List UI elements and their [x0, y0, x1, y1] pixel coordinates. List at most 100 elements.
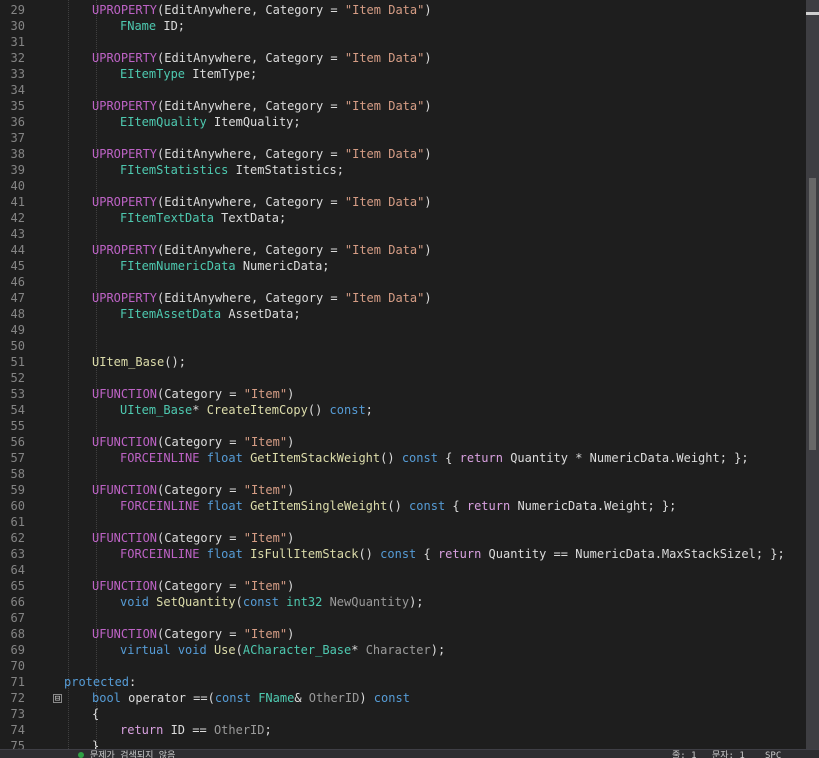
code-text[interactable]: UPROPERTY(EditAnywhere, Category = "Item… — [92, 50, 432, 66]
code-line[interactable]: 50 — [0, 338, 806, 354]
code-line[interactable]: 35 UPROPERTY(EditAnywhere, Category = "It… — [0, 98, 806, 114]
code-token: FName — [258, 691, 295, 705]
code-text[interactable]: protected: — [64, 674, 136, 690]
code-text[interactable]: UPROPERTY(EditAnywhere, Category = "Item… — [92, 98, 432, 114]
code-line[interactable]: 73 { — [0, 706, 806, 722]
code-line[interactable]: 36 EItemQuality ItemQuality; — [0, 114, 806, 130]
code-line[interactable]: 49 — [0, 322, 806, 338]
code-text[interactable]: void SetQuantity(const int32 NewQuantity… — [120, 594, 424, 610]
code-line[interactable]: 34 — [0, 82, 806, 98]
code-line[interactable]: 66 void SetQuantity(const int32 NewQuanti… — [0, 594, 806, 610]
line-number: 32 — [10, 51, 25, 65]
code-text[interactable]: virtual void Use(ACharacter_Base* Charac… — [120, 642, 445, 658]
code-line[interactable]: 31 — [0, 34, 806, 50]
code-token: ) — [287, 483, 295, 497]
code-text[interactable]: UFUNCTION(Category = "Item") — [92, 482, 294, 498]
code-token: FItemAssetData — [120, 307, 222, 321]
code-line[interactable]: 57 FORCEINLINE float GetItemStackWeight()… — [0, 450, 806, 466]
code-line[interactable]: 42 FItemTextData TextData; — [0, 210, 806, 226]
code-line[interactable]: 45 FItemNumericData NumericData; — [0, 258, 806, 274]
line-number: 56 — [10, 435, 25, 449]
code-text[interactable]: FItemStatistics ItemStatistics; — [120, 162, 344, 178]
code-text[interactable]: UFUNCTION(Category = "Item") — [92, 530, 294, 546]
scrollbar-thumb[interactable] — [809, 178, 816, 450]
code-line[interactable]: 37 — [0, 130, 806, 146]
code-text[interactable]: UItem_Base* CreateItemCopy() const; — [120, 402, 373, 418]
code-line[interactable]: 60 FORCEINLINE float GetItemSingleWeight(… — [0, 498, 806, 514]
code-line[interactable]: 51 UItem_Base(); — [0, 354, 806, 370]
code-line[interactable]: 30 FName ID; — [0, 18, 806, 34]
code-text[interactable]: FItemNumericData NumericData; — [120, 258, 330, 274]
code-line[interactable]: 70 — [0, 658, 806, 674]
code-text[interactable]: FORCEINLINE float GetItemSingleWeight() … — [120, 498, 676, 514]
code-line[interactable]: 38 UPROPERTY(EditAnywhere, Category = "It… — [0, 146, 806, 162]
code-line[interactable]: 55 — [0, 418, 806, 434]
code-text[interactable]: UPROPERTY(EditAnywhere, Category = "Item… — [92, 290, 432, 306]
code-text[interactable]: EItemQuality ItemQuality; — [120, 114, 301, 130]
code-text[interactable]: UPROPERTY(EditAnywhere, Category = "Item… — [92, 194, 432, 210]
code-line[interactable]: 46 — [0, 274, 806, 290]
code-line[interactable]: 62 UFUNCTION(Category = "Item") — [0, 530, 806, 546]
code-line[interactable]: 56 UFUNCTION(Category = "Item") — [0, 434, 806, 450]
code-line[interactable]: 33 EItemType ItemType; — [0, 66, 806, 82]
code-token: void — [120, 595, 149, 609]
code-token: FORCEINLINE — [120, 499, 200, 513]
code-line[interactable]: 64 — [0, 562, 806, 578]
line-number: 61 — [10, 515, 25, 529]
code-line[interactable]: 72 ⊟ bool operator ==(const FName& OtherID… — [0, 690, 806, 706]
code-token: UPROPERTY — [92, 291, 158, 305]
code-line[interactable]: 40 — [0, 178, 806, 194]
code-line[interactable]: 59 UFUNCTION(Category = "Item") — [0, 482, 806, 498]
code-text[interactable]: return ID == OtherID; — [120, 722, 272, 738]
code-text[interactable]: UPROPERTY(EditAnywhere, Category = "Item… — [92, 2, 432, 18]
line-number: 36 — [10, 115, 25, 129]
code-text[interactable]: FORCEINLINE float GetItemStackWeight() c… — [120, 450, 749, 466]
code-line[interactable]: 44 UPROPERTY(EditAnywhere, Category = "It… — [0, 242, 806, 258]
code-text[interactable]: UPROPERTY(EditAnywhere, Category = "Item… — [92, 242, 432, 258]
code-line[interactable]: 54 UItem_Base* CreateItemCopy() const; — [0, 402, 806, 418]
code-line[interactable]: 52 — [0, 370, 806, 386]
code-token: const — [329, 403, 366, 417]
code-text[interactable]: UPROPERTY(EditAnywhere, Category = "Item… — [92, 146, 432, 162]
code-line[interactable]: 74 return ID == OtherID; — [0, 722, 806, 738]
code-line[interactable]: 41 UPROPERTY(EditAnywhere, Category = "It… — [0, 194, 806, 210]
code-line[interactable]: 75} — [0, 738, 806, 749]
code-text[interactable]: FName ID; — [120, 18, 185, 34]
code-line[interactable]: 39 FItemStatistics ItemStatistics; — [0, 162, 806, 178]
code-text[interactable]: UFUNCTION(Category = "Item") — [92, 626, 294, 642]
code-text[interactable]: FItemTextData TextData; — [120, 210, 286, 226]
code-line[interactable]: 32 UPROPERTY(EditAnywhere, Category = "It… — [0, 50, 806, 66]
code-line[interactable]: 69 virtual void Use(ACharacter_Base* Char… — [0, 642, 806, 658]
code-text[interactable]: bool operator ==(const FName& OtherID) c… — [92, 690, 410, 706]
code-line[interactable]: 47 UPROPERTY(EditAnywhere, Category = "It… — [0, 290, 806, 306]
fold-toggle-icon[interactable]: ⊟ — [53, 694, 62, 704]
code-token: (EditAnywhere, Category = — [157, 147, 345, 161]
code-line[interactable]: 65 UFUNCTION(Category = "Item") — [0, 578, 806, 594]
code-text[interactable]: UFUNCTION(Category = "Item") — [92, 578, 294, 594]
code-line[interactable]: 63 FORCEINLINE float IsFullItemStack() co… — [0, 546, 806, 562]
code-line[interactable]: 68 UFUNCTION(Category = "Item") — [0, 626, 806, 642]
code-text[interactable]: FItemAssetData AssetData; — [120, 306, 301, 322]
code-line[interactable]: 58 — [0, 466, 806, 482]
code-line[interactable]: 29 UPROPERTY(EditAnywhere, Category = "It… — [0, 2, 806, 18]
code-text[interactable]: } — [92, 738, 99, 749]
code-text[interactable]: UFUNCTION(Category = "Item") — [92, 386, 294, 402]
code-line[interactable]: 61 — [0, 514, 806, 530]
code-line[interactable]: 53 UFUNCTION(Category = "Item") — [0, 386, 806, 402]
code-token: "Item" — [243, 627, 288, 641]
code-line[interactable]: 67 — [0, 610, 806, 626]
code-line[interactable]: 71 protected: — [0, 674, 806, 690]
code-text[interactable]: { — [92, 706, 99, 722]
code-line[interactable]: 43 — [0, 226, 806, 242]
vertical-scrollbar[interactable] — [806, 0, 819, 749]
code-text[interactable]: UFUNCTION(Category = "Item") — [92, 434, 294, 450]
code-text[interactable]: FORCEINLINE float IsFullItemStack() cons… — [120, 546, 785, 562]
code-editor[interactable]: 29 UPROPERTY(EditAnywhere, Category = "It… — [0, 0, 806, 749]
code-text[interactable]: EItemType ItemType; — [120, 66, 257, 82]
code-line[interactable]: 48 FItemAssetData AssetData; — [0, 306, 806, 322]
code-text[interactable]: UItem_Base(); — [92, 354, 186, 370]
code-token: ) — [424, 3, 432, 17]
line-number: 62 — [10, 531, 25, 545]
line-number: 44 — [10, 243, 25, 257]
